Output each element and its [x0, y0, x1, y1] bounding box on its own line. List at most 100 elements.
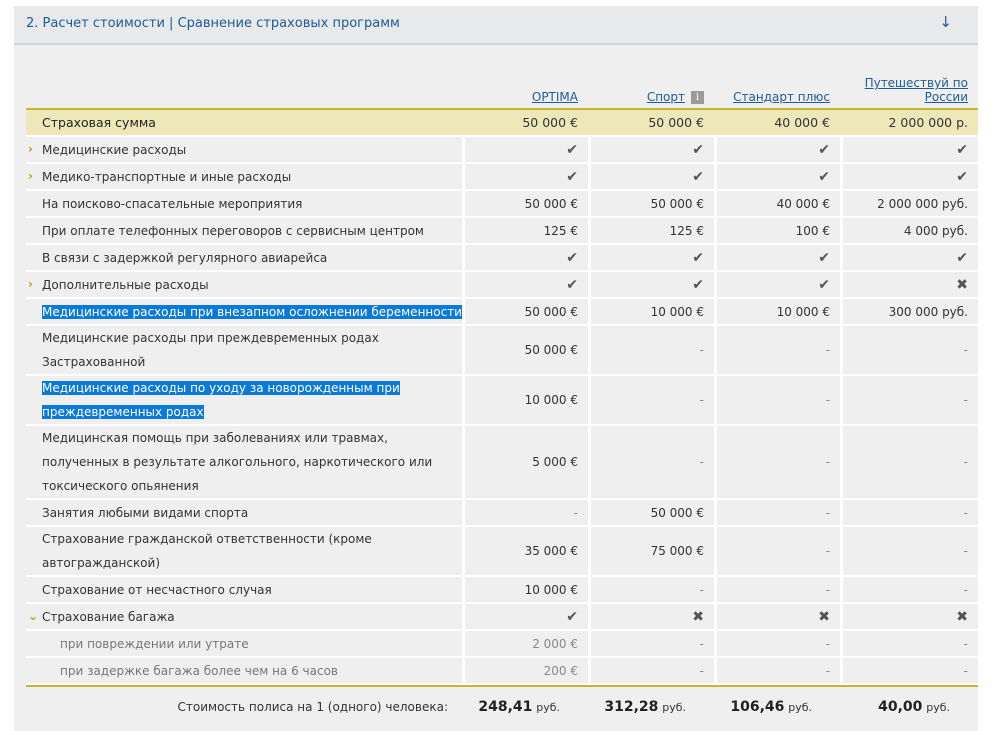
- section-header[interactable]: 2. Расчет стоимости | Сравнение страховы…: [14, 6, 978, 45]
- table-row: Медицинские расходы при преждевременных …: [26, 326, 978, 376]
- row-label: Медицинские расходы при преждевременных …: [42, 331, 379, 369]
- table-row: В связи с задержкой регулярного авиарейс…: [26, 245, 978, 272]
- program-link[interactable]: OPTIMA: [532, 90, 578, 104]
- value-cell: 100 €: [714, 218, 840, 245]
- row-label: Медицинские расходы при внезапном осложн…: [42, 304, 462, 319]
- table-row[interactable]: › Дополнительные расходы ✔ ✔ ✔ ✖: [26, 272, 978, 299]
- check-icon: ✔: [692, 168, 704, 185]
- price-label: Стоимость полиса на 1 (одного) человека:: [26, 685, 462, 727]
- value-cell: -: [714, 527, 840, 577]
- value-cell: ✔: [462, 137, 588, 164]
- footer-row: Стоимость полиса на 1 (одного) человека:…: [26, 685, 978, 727]
- value-cell: 125 €: [588, 218, 714, 245]
- check-icon: ✔: [818, 168, 830, 185]
- value-cell: ✔: [462, 272, 588, 299]
- price-cell: 248,41 руб.: [462, 685, 588, 727]
- row-label-cell: при повреждении или утрате: [26, 631, 462, 658]
- column-header[interactable]: Путешествуй по России: [840, 58, 978, 110]
- value-cell: 5 000 €: [462, 426, 588, 500]
- value-cell: ✖: [840, 604, 978, 631]
- cell-value: 50 000 €: [650, 196, 704, 211]
- table-row: Медицинские расходы при внезапном осложн…: [26, 299, 978, 326]
- chevron-right-icon[interactable]: ›: [28, 164, 33, 188]
- program-link[interactable]: Спорт: [647, 90, 685, 104]
- chevron-right-icon[interactable]: ›: [28, 272, 33, 296]
- table-row[interactable]: › Медицинские расходы ✔ ✔ ✔ ✔: [26, 137, 978, 164]
- value-cell: -: [840, 658, 978, 685]
- cell-value: -: [963, 455, 968, 469]
- cell-value: -: [825, 505, 830, 520]
- cell-value: -: [699, 582, 704, 597]
- check-icon: ✔: [566, 249, 578, 266]
- price-cell: 40,00 руб.: [840, 685, 978, 727]
- table-row: Медицинские расходы по уходу за новорожд…: [26, 376, 978, 426]
- section-title: 2. Расчет стоимости | Сравнение страховы…: [26, 16, 400, 31]
- table-body: Страховая сумма 50 000 € 50 000 € 40 000…: [26, 110, 978, 685]
- column-header[interactable]: Спорт i: [588, 58, 714, 110]
- cell-value: 50 000 €: [524, 304, 578, 319]
- cell-value: 50 000 €: [524, 343, 578, 357]
- cell-value: -: [699, 343, 704, 357]
- cell-value: -: [699, 455, 704, 469]
- value-cell: -: [840, 527, 978, 577]
- check-icon: ✔: [956, 249, 968, 266]
- column-header[interactable]: OPTIMA: [462, 58, 588, 110]
- cell-value: 40 000 €: [714, 110, 840, 137]
- value-cell: -: [714, 577, 840, 604]
- program-link[interactable]: Стандарт плюс: [733, 90, 830, 104]
- value-cell: ✔: [588, 137, 714, 164]
- row-label: Страхование гражданской ответственности …: [42, 532, 372, 570]
- value-cell: 50 000 €: [462, 191, 588, 218]
- cell-value: 4 000 руб.: [903, 223, 968, 238]
- cell-value: -: [573, 505, 578, 520]
- value-cell: ✔: [588, 272, 714, 299]
- check-icon: ✔: [566, 608, 578, 625]
- check-icon: ✔: [566, 168, 578, 185]
- cell-value: 35 000 €: [524, 544, 578, 558]
- cell-value: 50 000 €: [524, 196, 578, 211]
- price-amount: 248,41: [478, 699, 533, 715]
- row-label: Медико-транспортные и иные расходы: [42, 169, 292, 184]
- price-cell: 312,28 руб.: [588, 685, 714, 727]
- cell-value: -: [699, 636, 704, 651]
- cell-value: 50 000 €: [650, 505, 704, 520]
- info-icon[interactable]: i: [691, 91, 704, 104]
- check-icon: ✔: [956, 168, 968, 185]
- value-cell: 4 000 руб.: [840, 218, 978, 245]
- cell-value: -: [699, 663, 704, 678]
- row-label-cell: ⌄ Страхование багажа: [26, 604, 462, 631]
- cross-icon: ✖: [818, 608, 830, 625]
- value-cell: 125 €: [462, 218, 588, 245]
- row-label: Страховая сумма: [26, 110, 462, 137]
- row-label: На поисково-спасательные мероприятия: [42, 196, 303, 211]
- row-label-cell: Медицинские расходы при преждевременных …: [26, 326, 462, 376]
- cell-value: 125 €: [669, 223, 704, 238]
- cell-value: 125 €: [543, 223, 578, 238]
- cell-value: 5 000 €: [532, 455, 578, 469]
- row-label: Страхование от несчастного случая: [42, 582, 272, 597]
- price-cell: 106,46 руб.: [714, 685, 840, 727]
- chevron-down-icon[interactable]: ⌄: [28, 604, 38, 628]
- program-link[interactable]: Путешествуй по России: [865, 76, 968, 104]
- table-row[interactable]: ⌄ Страхование багажа ✔ ✖ ✖ ✖: [26, 604, 978, 631]
- row-label-cell: Медицинская помощь при заболеваниях или …: [26, 426, 462, 500]
- cell-value: -: [825, 663, 830, 678]
- value-cell: ✔: [588, 245, 714, 272]
- cross-icon: ✖: [692, 608, 704, 625]
- value-cell: -: [840, 577, 978, 604]
- cell-value: 2 000 000 руб.: [877, 196, 968, 211]
- price-amount: 40,00: [878, 699, 923, 715]
- value-cell: -: [588, 631, 714, 658]
- price-unit: руб.: [662, 701, 686, 714]
- value-cell: 50 000 €: [588, 500, 714, 527]
- collapse-arrow-icon[interactable]: ↓: [939, 13, 952, 31]
- value-cell: ✔: [462, 164, 588, 191]
- column-header[interactable]: Стандарт плюс: [714, 58, 840, 110]
- value-cell: ✔: [840, 137, 978, 164]
- sub-row: при повреждении или утрате 2 000 € - - -: [26, 631, 978, 658]
- chevron-right-icon[interactable]: ›: [28, 137, 33, 161]
- row-label-cell: В связи с задержкой регулярного авиарейс…: [26, 245, 462, 272]
- value-cell: 50 000 €: [462, 326, 588, 376]
- table-row[interactable]: › Медико-транспортные и иные расходы ✔ ✔ ✔ ✔: [26, 164, 978, 191]
- value-cell: 10 000 €: [714, 299, 840, 326]
